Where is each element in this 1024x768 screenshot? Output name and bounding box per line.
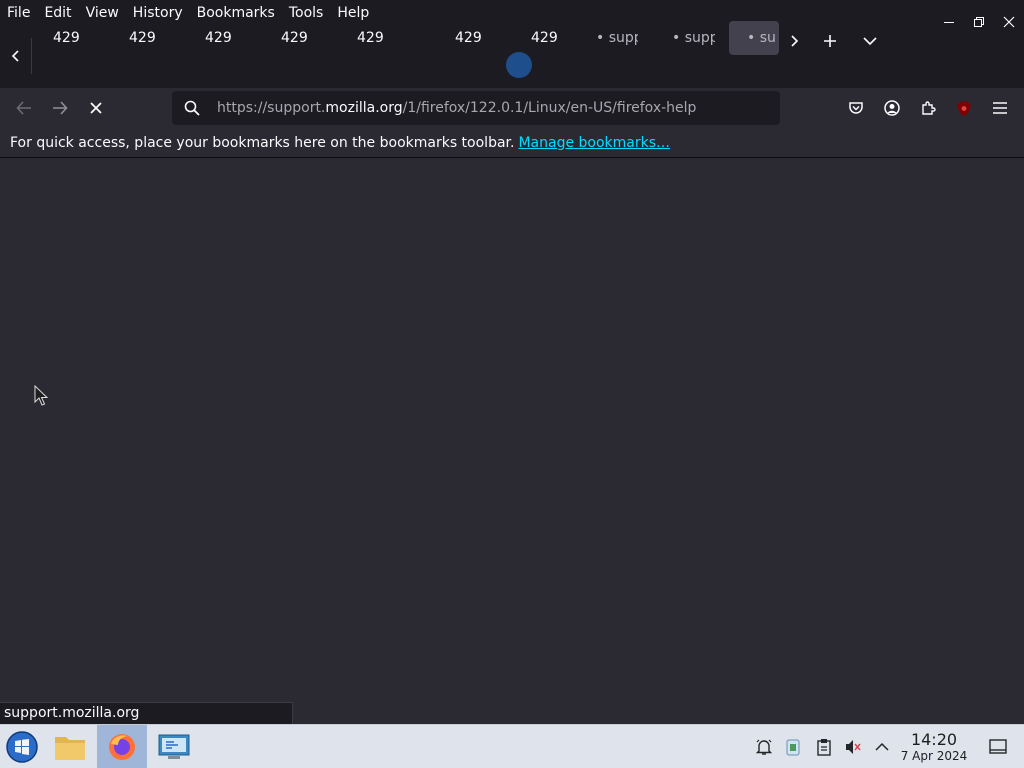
taskbar-clock[interactable]: 14:20 7 Apr 2024 bbox=[896, 730, 972, 764]
forward-button[interactable] bbox=[44, 92, 76, 124]
tab-title: 429 bbox=[205, 30, 232, 46]
bookmarks-toolbar: For quick access, place your bookmarks h… bbox=[0, 128, 1024, 158]
firefox-icon bbox=[109, 734, 135, 760]
clock-date: 7 Apr 2024 bbox=[900, 749, 968, 763]
tab[interactable]: 429 bbox=[205, 21, 232, 55]
ublock-origin-button[interactable] bbox=[948, 92, 980, 124]
tab-title: 429 bbox=[455, 30, 482, 46]
tab-title: • supp bbox=[596, 30, 638, 46]
app-menu-button[interactable] bbox=[984, 92, 1016, 124]
pocket-button[interactable] bbox=[840, 92, 872, 124]
tab-title: 429 bbox=[531, 30, 558, 46]
stop-button[interactable] bbox=[80, 92, 112, 124]
folder-icon bbox=[55, 737, 85, 760]
tray-expand-button[interactable] bbox=[872, 737, 892, 757]
tab[interactable]: • supp bbox=[596, 21, 638, 55]
chevron-right-icon bbox=[791, 35, 799, 47]
status-panel: support.mozilla.org bbox=[0, 702, 293, 724]
chevron-up-icon bbox=[875, 742, 889, 751]
clipboard-icon bbox=[817, 739, 831, 756]
pocket-icon bbox=[849, 102, 863, 114]
stop-icon bbox=[90, 102, 102, 114]
new-tab-button[interactable] bbox=[814, 25, 846, 57]
url-text[interactable]: https://support.mozilla.org/1/firefox/12… bbox=[217, 100, 696, 116]
chevron-left-icon bbox=[11, 50, 19, 62]
taskbar-file-manager[interactable] bbox=[48, 725, 92, 768]
arrow-left-icon bbox=[16, 101, 31, 115]
search-icon bbox=[172, 100, 212, 116]
extensions-button[interactable] bbox=[912, 92, 944, 124]
tab-loading-spinner-icon bbox=[506, 52, 532, 78]
restore-icon bbox=[974, 17, 984, 27]
tab-title: 429 bbox=[53, 30, 80, 46]
show-desktop-icon bbox=[989, 739, 1007, 754]
tab[interactable]: 429 bbox=[281, 21, 308, 55]
bookmarks-toolbar-message: For quick access, place your bookmarks h… bbox=[10, 134, 515, 151]
scroll-tabs-left-button[interactable] bbox=[0, 38, 32, 74]
navigation-toolbar: https://support.mozilla.org/1/firefox/12… bbox=[0, 88, 1024, 128]
tab-title: • su bbox=[747, 30, 776, 46]
url-scheme: https://support. bbox=[217, 100, 326, 116]
tray-clipboard[interactable] bbox=[814, 737, 834, 757]
taskbar-system-settings[interactable] bbox=[152, 725, 196, 768]
page-content[interactable] bbox=[0, 158, 1024, 724]
start-orb-icon bbox=[6, 731, 38, 763]
ublock-shield-icon bbox=[957, 100, 971, 116]
tab-title: 429 bbox=[129, 30, 156, 46]
menu-view[interactable]: View bbox=[79, 0, 126, 28]
tray-clipboard-app[interactable] bbox=[783, 737, 803, 757]
bell-icon bbox=[755, 739, 773, 755]
url-path: /1/firefox/122.0.1/Linux/en-US/firefox-h… bbox=[402, 100, 697, 116]
computer-settings-icon bbox=[158, 734, 190, 759]
taskbar: 14:20 7 Apr 2024 bbox=[0, 724, 1024, 768]
show-desktop-button[interactable] bbox=[988, 737, 1008, 757]
close-icon bbox=[1003, 16, 1015, 28]
account-icon bbox=[884, 100, 900, 116]
tray-volume[interactable] bbox=[843, 737, 863, 757]
arrow-right-icon bbox=[53, 101, 68, 115]
clock-time: 14:20 bbox=[910, 730, 958, 749]
menu-file[interactable]: File bbox=[0, 0, 37, 28]
minimize-icon bbox=[944, 22, 954, 23]
tab[interactable]: 429 bbox=[455, 21, 482, 55]
tab-title: 429 bbox=[357, 30, 384, 46]
tab-loading[interactable]: 429 bbox=[531, 21, 558, 55]
tab-title: 429 bbox=[281, 30, 308, 46]
tab[interactable]: 429 bbox=[129, 21, 156, 55]
tab[interactable]: 429 bbox=[357, 21, 384, 55]
speaker-muted-icon bbox=[846, 740, 861, 754]
plus-icon bbox=[824, 35, 836, 47]
start-menu-button[interactable] bbox=[0, 725, 44, 768]
url-bar[interactable]: https://support.mozilla.org/1/firefox/12… bbox=[172, 91, 780, 125]
taskbar-firefox[interactable] bbox=[97, 725, 147, 768]
menu-bookmarks[interactable]: Bookmarks bbox=[190, 0, 282, 28]
tab-title: • supp bbox=[672, 30, 715, 46]
account-button[interactable] bbox=[876, 92, 908, 124]
back-button[interactable] bbox=[8, 92, 40, 124]
scroll-tabs-right-button[interactable] bbox=[778, 25, 810, 57]
mouse-cursor-icon bbox=[34, 384, 49, 411]
list-all-tabs-button[interactable] bbox=[854, 25, 886, 57]
hamburger-menu-icon bbox=[993, 102, 1007, 114]
tab-selected[interactable]: • su bbox=[729, 21, 779, 55]
tab[interactable]: 429 bbox=[53, 21, 80, 55]
puzzle-piece-icon bbox=[922, 101, 936, 115]
clipboard-app-icon bbox=[786, 739, 800, 756]
manage-bookmarks-link[interactable]: Manage bookmarks… bbox=[518, 135, 670, 151]
chevron-down-icon bbox=[863, 37, 877, 46]
tray-notifications[interactable] bbox=[754, 737, 774, 757]
tab[interactable]: • supp bbox=[672, 21, 715, 55]
url-host: mozilla.org bbox=[325, 100, 403, 116]
